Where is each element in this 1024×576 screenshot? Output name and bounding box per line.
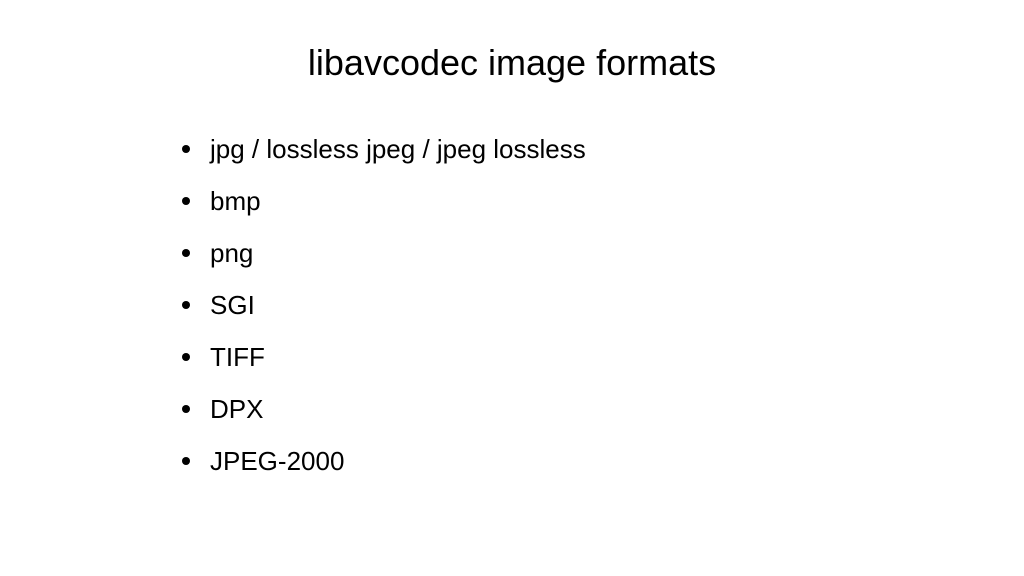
list-item: jpg / lossless jpeg / jpeg lossless (182, 136, 1024, 162)
list-item: png (182, 240, 1024, 266)
list-item: JPEG-2000 (182, 448, 1024, 474)
list-item-label: TIFF (210, 342, 265, 372)
list-item-label: bmp (210, 186, 261, 216)
list-item: SGI (182, 292, 1024, 318)
bullet-icon (182, 197, 190, 205)
slide-title: libavcodec image formats (0, 42, 1024, 84)
bullet-icon (182, 457, 190, 465)
bullet-icon (182, 353, 190, 361)
list-item-label: png (210, 238, 253, 268)
list-item: TIFF (182, 344, 1024, 370)
bullet-icon (182, 405, 190, 413)
list-item: DPX (182, 396, 1024, 422)
list-item-label: SGI (210, 290, 255, 320)
bullet-icon (182, 301, 190, 309)
list-item-label: jpg / lossless jpeg / jpeg lossless (210, 134, 586, 164)
format-list: jpg / lossless jpeg / jpeg lossless bmp … (0, 136, 1024, 474)
list-item-label: JPEG-2000 (210, 446, 344, 476)
bullet-icon (182, 145, 190, 153)
list-item: bmp (182, 188, 1024, 214)
list-item-label: DPX (210, 394, 263, 424)
bullet-icon (182, 249, 190, 257)
slide: libavcodec image formats jpg / lossless … (0, 0, 1024, 576)
